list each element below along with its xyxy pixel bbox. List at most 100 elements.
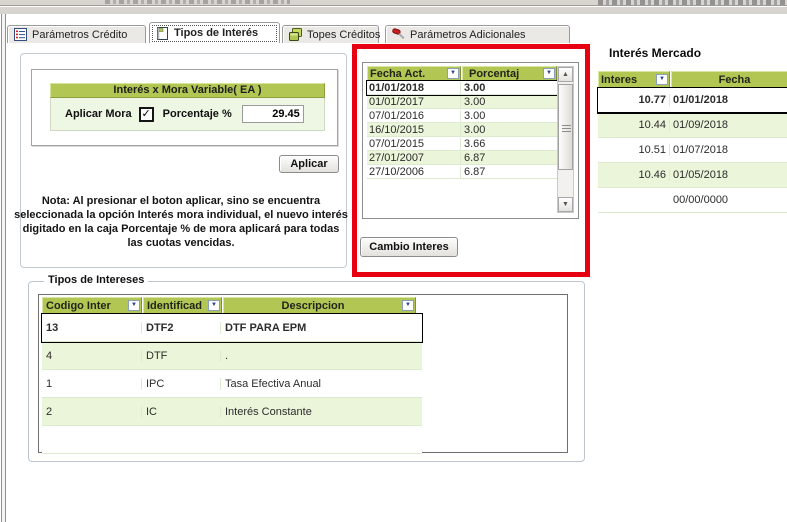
scrollbar-grip	[562, 125, 571, 132]
screwdriver-icon	[392, 28, 405, 41]
tab-label: Topes Créditos	[307, 29, 380, 41]
column-header-codigo[interactable]: Codigo Inter ▼	[42, 297, 142, 314]
porcentaje-label: Porcentaje %	[163, 108, 232, 120]
cell-codigo: 4	[42, 350, 142, 362]
porcentaje-input[interactable]	[242, 105, 304, 123]
cell-descripcion: .	[221, 350, 414, 362]
table-row[interactable]: 10.51 01/07/2018	[598, 138, 787, 163]
table-row[interactable]: 10.77 01/01/2018	[598, 88, 787, 113]
column-header-interes[interactable]: Interes ▼	[598, 71, 670, 88]
table-row[interactable]: 4 DTF .	[42, 342, 422, 370]
table-row[interactable]: 10.44 01/09/2018	[598, 113, 787, 138]
cell-porcentaje: 3.00	[461, 124, 556, 136]
interes-mercado-title: Interés Mercado	[609, 46, 701, 60]
column-filter-dropdown-icon[interactable]: ▼	[402, 300, 414, 311]
tab-tipos-de-interes[interactable]: Tipos de Interés	[149, 22, 280, 43]
tipos-intereses-legend: Tipos de Intereses	[44, 274, 148, 286]
table-row[interactable]: 00/00/0000	[598, 188, 787, 213]
cell-fecha: 01/01/2018	[367, 82, 461, 94]
table-row[interactable]: 01/01/2018 3.00	[367, 81, 557, 95]
cell-fecha: 01/01/2018	[670, 94, 787, 106]
cell-fecha: 07/01/2016	[367, 110, 461, 122]
column-header-label: Fecha	[719, 74, 751, 86]
cell-codigo: 1	[42, 378, 142, 390]
cell-fecha: 07/01/2015	[367, 138, 461, 150]
table-row[interactable]: 27/10/2006 6.87	[367, 165, 557, 179]
titlebar-clipped-text-left	[105, 0, 290, 4]
cell-codigo: 13	[42, 322, 142, 334]
cell-codigo: 2	[42, 406, 142, 418]
tab-topes-creditos[interactable]: Topes Créditos	[282, 25, 379, 43]
tab-label: Parámetros Crédito	[32, 29, 127, 41]
rate-history-table: Fecha Act. ▼ Porcentaj ▼ 01/01/2018 3.00…	[367, 66, 557, 179]
cell-identificador: DTF2	[142, 322, 221, 334]
app-window: Parámetros Crédito Tipos de Interés Tope…	[0, 0, 787, 522]
tab-label: Parámetros Adicionales	[410, 29, 526, 41]
table-row[interactable]: 2 IC Interés Constante	[42, 398, 422, 426]
titlebar-divider	[0, 5, 787, 7]
tipos-intereses-table: Codigo Inter ▼ Identificad ▼ Descripcion…	[42, 297, 422, 454]
column-header-label: Identificad	[147, 300, 202, 312]
column-header-fecha[interactable]: Fecha	[671, 71, 787, 88]
table-row[interactable]	[42, 426, 422, 454]
mora-controls-row: Aplicar Mora ✓ Porcentaje %	[50, 98, 325, 131]
tab-parametros-credito[interactable]: Parámetros Crédito	[7, 25, 146, 43]
cell-interes: 10.44	[598, 119, 670, 131]
cell-identificador: IPC	[142, 378, 221, 390]
cell-interes: 10.46	[598, 169, 670, 181]
column-filter-dropdown-icon[interactable]: ▼	[656, 74, 668, 85]
tab-focus-outline	[153, 26, 276, 41]
cell-interes: 10.51	[598, 144, 670, 156]
table-row[interactable]: 13 DTF2 DTF PARA EPM	[42, 314, 422, 342]
table-row[interactable]: 01/01/2017 3.00	[367, 95, 557, 109]
table-row[interactable]: 16/10/2015 3.00	[367, 123, 557, 137]
column-filter-dropdown-icon[interactable]: ▼	[128, 300, 140, 311]
cambio-interes-button[interactable]: Cambio Interes	[360, 237, 458, 257]
column-header-fecha-act[interactable]: Fecha Act. ▼	[367, 66, 461, 81]
column-header-label: Fecha Act.	[370, 68, 425, 80]
aplicar-button[interactable]: Aplicar	[279, 155, 339, 173]
cell-identificador: IC	[142, 406, 221, 418]
interes-mercado-table: Interes ▼ Fecha 10.77 01/01/2018 10.44 0…	[598, 71, 787, 213]
scroll-down-icon[interactable]: ▼	[558, 197, 573, 212]
scrollbar-thumb[interactable]	[558, 84, 573, 170]
interes-mercado-header: Interes ▼ Fecha	[598, 71, 787, 88]
tab-parametros-adicionales[interactable]: Parámetros Adicionales	[385, 25, 570, 43]
cell-descripcion: DTF PARA EPM	[221, 322, 414, 334]
cell-identificador: DTF	[142, 350, 221, 362]
table-row[interactable]: 07/01/2016 3.00	[367, 109, 557, 123]
cell-fecha: 00/00/0000	[670, 194, 787, 206]
cell-fecha: 01/09/2018	[670, 119, 787, 131]
column-header-descripcion[interactable]: Descripcion ▼	[223, 297, 416, 314]
column-filter-dropdown-icon[interactable]: ▼	[208, 300, 220, 311]
column-filter-dropdown-icon[interactable]: ▼	[447, 68, 459, 79]
scroll-up-icon[interactable]: ▲	[558, 67, 573, 82]
form-icon	[14, 28, 27, 41]
table-row[interactable]: 1 IPC Tasa Efectiva Anual	[42, 370, 422, 398]
table-row[interactable]: 10.46 01/05/2018	[598, 163, 787, 188]
cell-interes: 10.77	[598, 94, 670, 106]
vertical-scrollbar[interactable]: ▲ ▼	[557, 66, 574, 213]
cell-descripcion: Tasa Efectiva Anual	[221, 378, 414, 390]
rate-history-grid: Fecha Act. ▼ Porcentaj ▼ 01/01/2018 3.00…	[362, 62, 579, 219]
aplicar-mora-label: Aplicar Mora	[65, 108, 132, 120]
titlebar-strip	[0, 0, 787, 14]
cell-porcentaje: 3.00	[461, 96, 556, 108]
mora-note: Nota: Al presionar el boton aplicar, sin…	[14, 194, 348, 250]
cell-fecha: 01/05/2018	[670, 169, 787, 181]
cell-descripcion: Interés Constante	[221, 406, 414, 418]
rate-history-header: Fecha Act. ▼ Porcentaj ▼	[367, 66, 557, 81]
table-row[interactable]: 07/01/2015 3.66	[367, 137, 557, 151]
column-header-label: Porcentaj	[469, 68, 519, 80]
cell-fecha: 01/01/2017	[367, 96, 461, 108]
column-header-porcentaje[interactable]: Porcentaj ▼	[462, 66, 557, 81]
column-header-identificador[interactable]: Identificad ▼	[143, 297, 222, 314]
column-filter-dropdown-icon[interactable]: ▼	[543, 68, 555, 79]
aplicar-mora-checkbox[interactable]: ✓	[139, 107, 154, 122]
cell-porcentaje: 3.00	[461, 82, 556, 94]
table-row[interactable]: 27/01/2007 6.87	[367, 151, 557, 165]
stacked-windows-icon	[289, 28, 302, 41]
cell-porcentaje: 3.00	[461, 110, 556, 122]
cell-fecha: 01/07/2018	[670, 144, 787, 156]
column-header-label: Descripcion	[282, 300, 345, 312]
